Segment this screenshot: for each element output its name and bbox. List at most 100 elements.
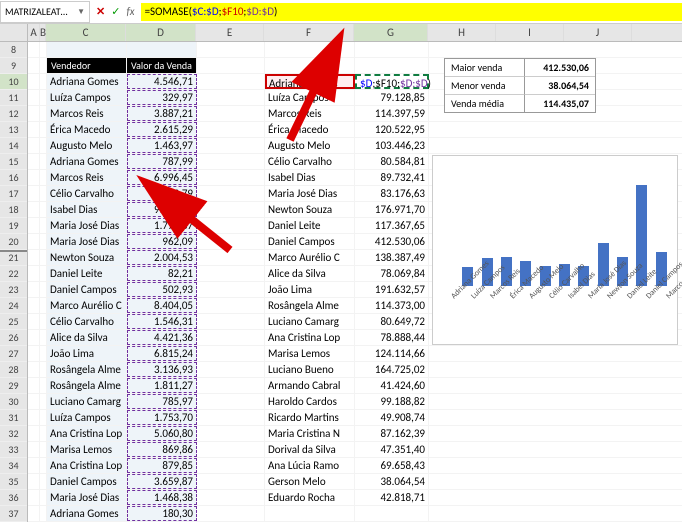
cell[interactable] bbox=[197, 250, 265, 265]
cell[interactable]: 962,09 bbox=[127, 234, 197, 249]
cell[interactable] bbox=[40, 330, 47, 345]
cell[interactable]: Marco Aurélio C bbox=[265, 250, 355, 265]
cell[interactable]: Newton Souza bbox=[265, 202, 355, 217]
cell[interactable] bbox=[28, 458, 40, 473]
cell[interactable] bbox=[28, 90, 40, 105]
cell[interactable] bbox=[28, 442, 40, 457]
cell[interactable]: Luciano Camarg bbox=[47, 394, 127, 409]
row-header[interactable]: 20 bbox=[0, 234, 27, 250]
cell[interactable]: Ricardo Martins bbox=[265, 410, 355, 425]
cell[interactable] bbox=[28, 42, 40, 57]
cell[interactable]: 412.530,06 bbox=[355, 234, 429, 249]
cell[interactable]: 49.908,74 bbox=[355, 410, 429, 425]
cell[interactable] bbox=[40, 90, 47, 105]
cell[interactable]: Isabel Dias bbox=[265, 170, 355, 185]
col-header-C[interactable]: C bbox=[46, 24, 126, 41]
cell[interactable] bbox=[197, 234, 265, 249]
cell[interactable]: 83.176,63 bbox=[355, 186, 429, 201]
cell[interactable]: Vendedor bbox=[47, 58, 127, 73]
cell[interactable]: Érica Macedo bbox=[47, 122, 127, 137]
cell[interactable] bbox=[28, 330, 40, 345]
cell[interactable] bbox=[28, 250, 40, 265]
cell[interactable] bbox=[40, 234, 47, 249]
cell[interactable]: 6.815,24 bbox=[127, 346, 197, 361]
cell[interactable]: 2.004,53 bbox=[127, 250, 197, 265]
cell[interactable]: 1.563,79 bbox=[127, 186, 197, 201]
cell[interactable] bbox=[197, 362, 265, 377]
row-header[interactable]: 31 bbox=[0, 410, 27, 426]
cell[interactable]: 87.162,39 bbox=[355, 426, 429, 441]
row-header[interactable]: 14 bbox=[0, 138, 27, 154]
col-header-E[interactable]: E bbox=[196, 24, 264, 41]
cell[interactable]: Célio Carvalho bbox=[47, 186, 127, 201]
cell[interactable] bbox=[197, 90, 265, 105]
cell[interactable]: Maria José Dias bbox=[47, 218, 127, 233]
cell[interactable]: 869,86 bbox=[127, 442, 197, 457]
cell[interactable]: 1.811,27 bbox=[127, 378, 197, 393]
cell[interactable] bbox=[40, 58, 47, 73]
cell[interactable] bbox=[197, 490, 265, 505]
col-header-A[interactable]: A bbox=[28, 24, 40, 41]
fx-icon[interactable]: fx bbox=[126, 5, 134, 18]
cell[interactable]: 78.069,84 bbox=[355, 266, 429, 281]
row-header[interactable]: 37 bbox=[0, 506, 27, 522]
cell[interactable] bbox=[197, 330, 265, 345]
cell[interactable]: 787,99 bbox=[127, 154, 197, 169]
cell[interactable] bbox=[40, 490, 47, 505]
cell[interactable] bbox=[40, 314, 47, 329]
cell[interactable]: 1.775,67 bbox=[127, 218, 197, 233]
cell[interactable] bbox=[197, 442, 265, 457]
cell[interactable]: 164.725,02 bbox=[355, 362, 429, 377]
cell[interactable] bbox=[355, 506, 429, 521]
col-header-I[interactable]: I bbox=[496, 24, 564, 41]
cell[interactable]: Ana Cristina Lop bbox=[47, 426, 127, 441]
row-header[interactable]: 30 bbox=[0, 394, 27, 410]
cell[interactable]: 80.584,81 bbox=[355, 154, 429, 169]
row-header[interactable]: 35 bbox=[0, 474, 27, 490]
cell[interactable]: 114.373,00 bbox=[355, 298, 429, 313]
cell[interactable]: Luíza Campos bbox=[47, 410, 127, 425]
cell[interactable] bbox=[197, 202, 265, 217]
cell[interactable]: Ana Cristina Lop bbox=[265, 330, 355, 345]
cell[interactable] bbox=[127, 42, 197, 57]
cell[interactable]: Dorival da Silva bbox=[265, 442, 355, 457]
cell[interactable]: 82,21 bbox=[127, 266, 197, 281]
cell[interactable]: 103.446,23 bbox=[355, 138, 429, 153]
cell[interactable]: 79.128,85 bbox=[355, 90, 429, 105]
cell[interactable] bbox=[40, 122, 47, 137]
cell[interactable]: João Lima bbox=[47, 346, 127, 361]
cell[interactable] bbox=[28, 74, 40, 89]
row-header[interactable]: 17 bbox=[0, 186, 27, 202]
cell[interactable] bbox=[197, 138, 265, 153]
cell[interactable]: 120.522,95 bbox=[355, 122, 429, 137]
cell[interactable]: Alice da Silva bbox=[265, 266, 355, 281]
cell[interactable] bbox=[28, 186, 40, 201]
col-header-G[interactable]: G bbox=[354, 24, 428, 41]
cell[interactable]: 47.351,40 bbox=[355, 442, 429, 457]
cell[interactable] bbox=[197, 458, 265, 473]
cell[interactable] bbox=[28, 58, 40, 73]
cell[interactable]: Isabel Dias bbox=[47, 202, 127, 217]
cell[interactable] bbox=[197, 394, 265, 409]
cell[interactable] bbox=[197, 58, 265, 73]
row-header[interactable]: 19 bbox=[0, 218, 27, 234]
cell[interactable] bbox=[40, 42, 47, 57]
cell[interactable] bbox=[40, 362, 47, 377]
cell[interactable] bbox=[28, 506, 40, 521]
cell[interactable] bbox=[40, 170, 47, 185]
cell[interactable]: Célio Carvalho bbox=[265, 154, 355, 169]
cell[interactable]: 4.546,71 bbox=[127, 74, 197, 89]
cell[interactable] bbox=[197, 122, 265, 137]
cell[interactable]: 117.367,65 bbox=[355, 218, 429, 233]
cell[interactable]: 138.387,49 bbox=[355, 250, 429, 265]
cell[interactable] bbox=[40, 474, 47, 489]
cell[interactable]: Daniel Leite bbox=[47, 266, 127, 281]
cell[interactable] bbox=[197, 42, 265, 57]
chevron-down-icon[interactable]: ▼ bbox=[77, 7, 85, 17]
cell[interactable] bbox=[197, 282, 265, 297]
cell[interactable]: 3.659,87 bbox=[127, 474, 197, 489]
row-header[interactable]: 11 bbox=[0, 90, 27, 106]
row-header[interactable]: 27 bbox=[0, 346, 27, 362]
row-header[interactable]: 16 bbox=[0, 170, 27, 186]
row-header[interactable]: 15 bbox=[0, 154, 27, 170]
